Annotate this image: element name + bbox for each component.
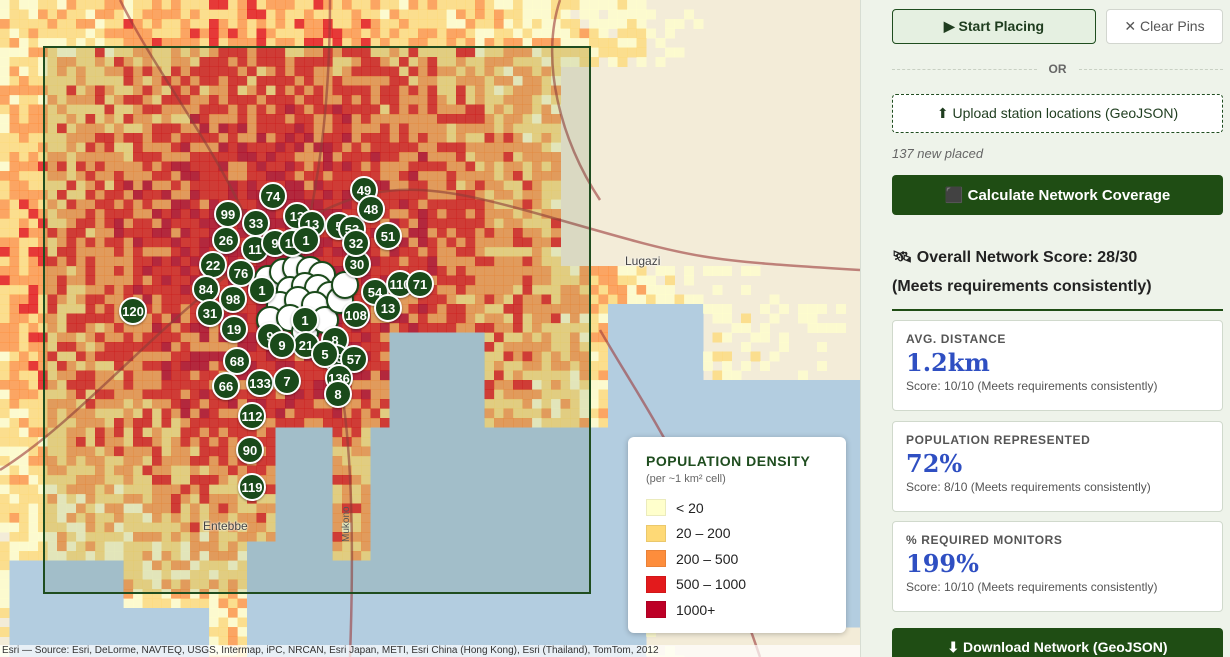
legend-subtitle: (per ~1 km² cell)	[646, 473, 726, 485]
station-pin[interactable]: 66	[212, 372, 240, 400]
card-note: Score: 10/10 (Meets requirements consist…	[906, 379, 1158, 393]
network-score-subtitle: (Meets requirements consistently)	[892, 278, 1152, 295]
station-pin[interactable]: 119	[238, 473, 266, 501]
calculate-coverage-button[interactable]: ⬛ Calculate Network Coverage	[892, 175, 1223, 215]
station-pin[interactable]: 48	[357, 195, 385, 223]
station-pin[interactable]: 13	[374, 294, 402, 322]
station-pin[interactable]: 1	[248, 276, 276, 304]
road-label-mukono: Mukono	[341, 506, 352, 542]
station-pin[interactable]: 26	[212, 226, 240, 254]
or-divider: OR	[892, 60, 1223, 78]
place-label-lugazi: Lugazi	[625, 254, 661, 268]
avg-distance-card: AVG. DISTANCE 1.2km Score: 10/10 (Meets …	[892, 320, 1223, 411]
card-label: % REQUIRED MONITORS	[906, 533, 1063, 547]
station-pin[interactable]: 112	[238, 402, 266, 430]
card-value: 199%	[906, 549, 979, 578]
station-pin[interactable]: 51	[374, 222, 402, 250]
divider-line	[892, 68, 1037, 70]
network-score-title: 🛰 Overall Network Score: 28/30	[892, 249, 1138, 266]
station-pin[interactable]: 1	[291, 306, 319, 334]
legend-item: 1000+	[646, 597, 828, 623]
card-label: POPULATION REPRESENTED	[906, 433, 1091, 447]
population-represented-card: POPULATION REPRESENTED 72% Score: 8/10 (…	[892, 421, 1223, 512]
station-pin[interactable]: 120	[119, 297, 147, 325]
card-value: 72%	[906, 449, 963, 478]
divider-line	[1078, 68, 1223, 70]
station-pin[interactable]: 68	[223, 347, 251, 375]
legend-item: 500 – 1000	[646, 572, 828, 598]
place-label-entebbe: Entebbe	[203, 519, 248, 533]
station-pin[interactable]: 71	[406, 270, 434, 298]
station-pin[interactable]: 74	[259, 182, 287, 210]
legend-swatch	[646, 499, 666, 517]
station-pin[interactable]: 32	[342, 229, 370, 257]
station-pin[interactable]: 108	[342, 301, 370, 329]
legend-title: POPULATION DENSITY	[646, 453, 811, 469]
station-pin[interactable]: 8	[324, 380, 352, 408]
legend-item: < 20	[646, 495, 828, 521]
legend-item-label: 20 – 200	[676, 525, 731, 542]
legend-swatch	[646, 524, 666, 542]
station-pin[interactable]: 99	[214, 200, 242, 228]
download-network-button[interactable]: ⬇ Download Network (GeoJSON)	[892, 628, 1223, 657]
required-monitors-card: % REQUIRED MONITORS 199% Score: 10/10 (M…	[892, 521, 1223, 612]
legend-item-label: 1000+	[676, 601, 716, 618]
density-legend: POPULATION DENSITY (per ~1 km² cell) < 2…	[628, 437, 846, 633]
map-attribution: Esri — Source: Esri, DeLorme, NAVTEQ, US…	[0, 645, 860, 657]
station-pin[interactable]: 9	[268, 331, 296, 359]
legend-swatch	[646, 601, 666, 619]
card-label: AVG. DISTANCE	[906, 332, 1007, 346]
card-value: 1.2km	[906, 348, 990, 377]
clear-pins-button[interactable]: ✕ Clear Pins	[1106, 9, 1223, 44]
legend-swatch	[646, 575, 666, 593]
station-pin[interactable]: 1	[292, 226, 320, 254]
start-placing-button[interactable]: ▶ Start Placing	[892, 9, 1096, 44]
map-view[interactable]: Lugazi Entebbe Mukono 744999331313553482…	[0, 0, 860, 657]
legend-swatch	[646, 550, 666, 568]
app-root: Lugazi Entebbe Mukono 744999331313553482…	[0, 0, 1230, 657]
station-pin[interactable]: 133	[246, 369, 274, 397]
legend-item-label: 500 – 1000	[676, 576, 747, 593]
station-pin[interactable]: 31	[196, 299, 224, 327]
upload-geojson-button[interactable]: ⬆ Upload station locations (GeoJSON)	[892, 94, 1223, 133]
station-pin[interactable]: 7	[273, 367, 301, 395]
station-pin[interactable]: 19	[220, 315, 248, 343]
legend-item: 20 – 200	[646, 521, 828, 547]
card-note: Score: 8/10 (Meets requirements consiste…	[906, 480, 1151, 494]
legend-item-label: 200 – 500	[676, 550, 739, 567]
station-pin[interactable]: 90	[236, 436, 264, 464]
card-note: Score: 10/10 (Meets requirements consist…	[906, 580, 1158, 594]
placed-status: 137 new placed	[892, 146, 984, 161]
legend-item-label: < 20	[676, 499, 704, 516]
control-panel: ▶ Start Placing ✕ Clear Pins OR ⬆ Upload…	[860, 0, 1230, 657]
legend-item: 200 – 500	[646, 546, 828, 572]
network-score-heading: 🛰 Overall Network Score: 28/30 (Meets re…	[892, 243, 1223, 311]
or-label: OR	[1048, 62, 1067, 76]
